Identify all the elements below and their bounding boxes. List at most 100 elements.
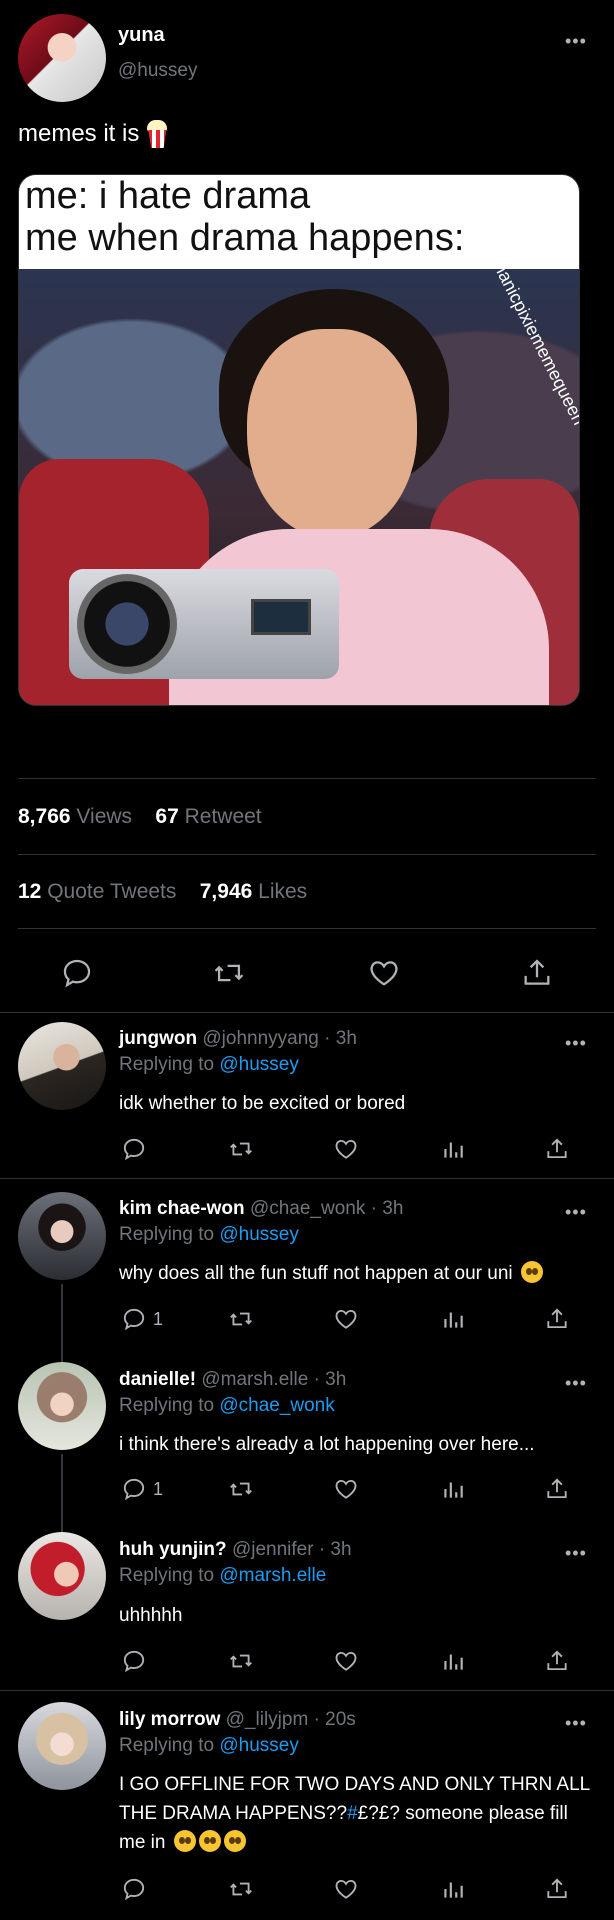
retweet-icon[interactable] <box>228 1476 254 1502</box>
reply-time: · 3h <box>324 1028 357 1049</box>
meme-caption: me: i hate drama me when drama happens: <box>25 175 464 259</box>
more-icon[interactable]: ••• <box>565 1714 587 1732</box>
share-icon[interactable] <box>544 1306 570 1332</box>
reply-text-line: me in <box>119 1828 599 1857</box>
avatar[interactable] <box>18 1532 106 1620</box>
author-handle[interactable]: @hussey <box>118 60 198 82</box>
more-icon[interactable]: ••• <box>565 32 587 50</box>
reply-icon[interactable] <box>121 1876 147 1902</box>
meme-caption-line1: me: i hate drama <box>25 175 311 217</box>
more-icon[interactable]: ••• <box>565 1203 587 1221</box>
like-icon[interactable] <box>367 956 401 990</box>
tweet-media-image[interactable]: me: i hate drama me when drama happens: … <box>18 174 580 706</box>
replying-to-handle[interactable]: @marsh.elle <box>219 1565 326 1586</box>
reply-count: 1 <box>153 1478 164 1499</box>
reply-icon[interactable] <box>121 1648 147 1674</box>
replying-to-handle[interactable]: @hussey <box>219 1735 299 1756</box>
meme-watermark: @manicpixiememequeen <box>478 269 579 429</box>
replying-to-handle[interactable]: @hussey <box>219 1224 299 1245</box>
share-icon[interactable] <box>544 1648 570 1674</box>
retweet-count[interactable]: 67 <box>155 805 178 828</box>
reply-author-handle[interactable]: @johnnyyang <box>202 1028 318 1049</box>
reply-icon[interactable] <box>60 956 94 990</box>
reply-button[interactable] <box>121 1876 147 1902</box>
camcorder-screen <box>251 599 311 635</box>
reply-button[interactable]: 1 <box>121 1476 163 1502</box>
share-icon[interactable] <box>544 1476 570 1502</box>
replying-to-handle[interactable]: @chae_wonk <box>219 1395 334 1416</box>
reply-author-handle[interactable]: @marsh.elle <box>201 1369 308 1390</box>
like-icon[interactable] <box>333 1136 359 1162</box>
hashtag-link[interactable]: # <box>347 1803 358 1824</box>
views-count: 8,766 <box>18 805 71 828</box>
likes-count[interactable]: 7,946 <box>200 880 253 903</box>
avatar[interactable] <box>18 1702 106 1790</box>
reply-author-handle[interactable]: @jennifer <box>232 1539 314 1560</box>
reply-text: I GO OFFLINE FOR TWO DAYS AND ONLY THRN … <box>119 1770 599 1857</box>
retweet-icon[interactable] <box>228 1306 254 1332</box>
reply-author-name[interactable]: kim chae-won <box>119 1198 245 1219</box>
like-icon[interactable] <box>333 1476 359 1502</box>
reply-author[interactable]: lily morrow @_lilyjpm · 20s <box>119 1709 356 1731</box>
reply-icon[interactable] <box>121 1476 147 1502</box>
replying-to-handle[interactable]: @hussey <box>219 1054 299 1075</box>
quote-label[interactable]: Quote Tweets <box>47 880 176 903</box>
tweet-stats-row1: 8,766 Views 67 Retweet <box>18 805 262 829</box>
crying-face-icon <box>223 1830 246 1852</box>
reply-text-content: why does all the fun stuff not happen at… <box>119 1263 513 1284</box>
reply-author-handle[interactable]: @_lilyjpm <box>226 1709 309 1730</box>
reply-button[interactable] <box>121 1648 147 1674</box>
woman-face <box>247 329 417 539</box>
retweet-icon[interactable] <box>212 956 246 990</box>
views-icon[interactable] <box>440 1476 466 1502</box>
views-icon[interactable] <box>440 1136 466 1162</box>
like-icon[interactable] <box>333 1648 359 1674</box>
replying-to: Replying to @hussey <box>119 1224 299 1246</box>
reply-author-name[interactable]: huh yunjin? <box>119 1539 227 1560</box>
reply-text-segment: me in <box>119 1832 166 1853</box>
views-icon[interactable] <box>440 1648 466 1674</box>
tweet-text-content: memes it is <box>18 120 140 147</box>
thread-line <box>61 1454 63 1534</box>
avatar[interactable] <box>18 1362 106 1450</box>
reply-author-name[interactable]: jungwon <box>119 1028 197 1049</box>
reply-button[interactable]: 1 <box>121 1306 163 1332</box>
retweet-label[interactable]: Retweet <box>185 805 262 828</box>
views-icon[interactable] <box>440 1306 466 1332</box>
reply-author-name[interactable]: danielle! <box>119 1369 196 1390</box>
retweet-icon[interactable] <box>228 1876 254 1902</box>
likes-label[interactable]: Likes <box>258 880 307 903</box>
retweet-icon[interactable] <box>228 1136 254 1162</box>
reply-button[interactable] <box>121 1136 147 1162</box>
share-icon[interactable] <box>520 956 554 990</box>
reply-icon[interactable] <box>121 1136 147 1162</box>
views-label: Views <box>76 805 133 828</box>
more-icon[interactable]: ••• <box>565 1034 587 1052</box>
author-name[interactable]: yuna <box>118 24 165 47</box>
divider <box>18 928 596 929</box>
reply-author[interactable]: danielle! @marsh.elle · 3h <box>119 1369 346 1391</box>
avatar[interactable] <box>18 1022 106 1110</box>
retweet-icon[interactable] <box>228 1648 254 1674</box>
like-icon[interactable] <box>333 1876 359 1902</box>
reply-count: 1 <box>153 1308 164 1329</box>
like-icon[interactable] <box>333 1306 359 1332</box>
reply-author[interactable]: jungwon @johnnyyang · 3h <box>119 1028 357 1050</box>
author-avatar[interactable] <box>18 14 106 102</box>
reply-author-name[interactable]: lily morrow <box>119 1709 220 1730</box>
avatar[interactable] <box>18 1192 106 1280</box>
more-icon[interactable]: ••• <box>565 1544 587 1562</box>
quote-count[interactable]: 12 <box>18 880 41 903</box>
views-icon[interactable] <box>440 1876 466 1902</box>
tweet-text: memes it is <box>18 120 169 148</box>
reply-icon[interactable] <box>121 1306 147 1332</box>
pensive-face-icon <box>520 1261 543 1283</box>
reply-author-handle[interactable]: @chae_wonk <box>250 1198 365 1219</box>
reply-author[interactable]: kim chae-won @chae_wonk · 3h <box>119 1198 403 1220</box>
more-icon[interactable]: ••• <box>565 1374 587 1392</box>
share-icon[interactable] <box>544 1136 570 1162</box>
thread-line <box>61 1284 63 1362</box>
share-icon[interactable] <box>544 1876 570 1902</box>
replying-to-label: Replying to <box>119 1224 215 1245</box>
reply-author[interactable]: huh yunjin? @jennifer · 3h <box>119 1539 352 1561</box>
